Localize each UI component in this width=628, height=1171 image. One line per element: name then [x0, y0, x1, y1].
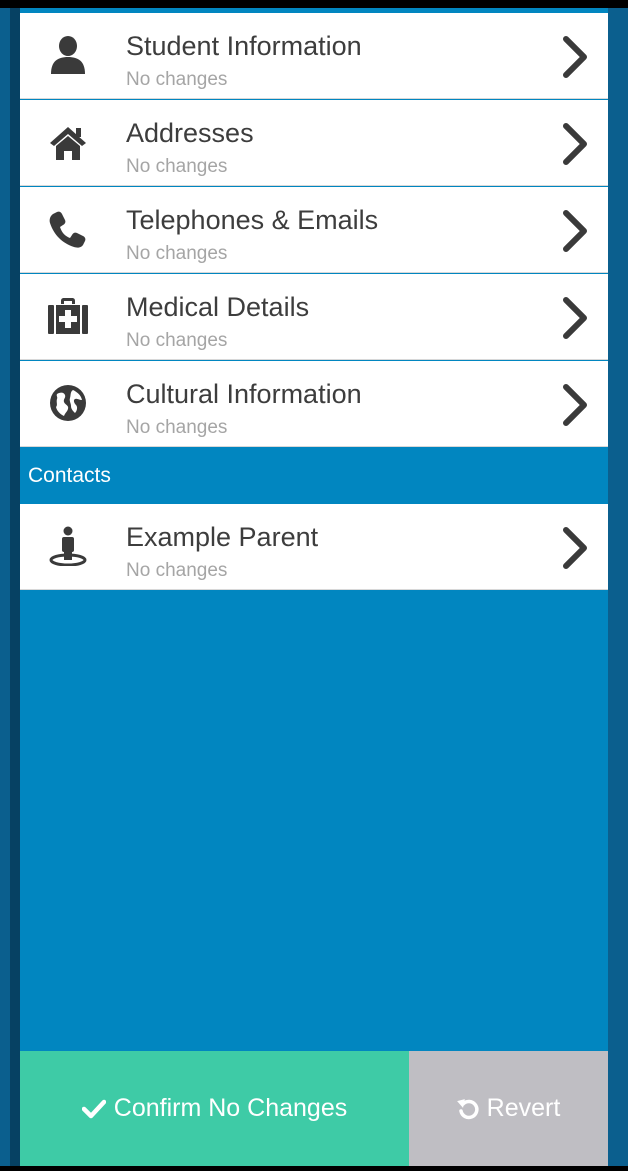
records-panel: Student Information No changes Addresses…: [20, 8, 608, 1166]
list-item-telephones-emails[interactable]: Telephones & Emails No changes: [20, 187, 608, 273]
list-item-student-information[interactable]: Student Information No changes: [20, 13, 608, 99]
contacts-section-header: Contacts: [20, 449, 608, 504]
top-edge: [0, 0, 628, 8]
globe-icon: [48, 383, 88, 423]
app-frame: Student Information No changes Addresses…: [0, 0, 628, 1171]
confirm-no-changes-button[interactable]: Confirm No Changes: [20, 1051, 409, 1166]
chevron-right-icon: [560, 209, 590, 253]
item-status: No changes: [126, 156, 228, 177]
left-edge: [0, 8, 10, 1171]
item-status: No changes: [126, 417, 228, 438]
list-item-cultural-information[interactable]: Cultural Information No changes: [20, 361, 608, 447]
phone-icon: [48, 209, 88, 249]
left-edge-shadow: [10, 8, 20, 1171]
home-icon: [48, 122, 88, 162]
list-item-medical-details[interactable]: Medical Details No changes: [20, 274, 608, 360]
item-status: No changes: [126, 69, 228, 90]
contact-person-icon: [48, 526, 88, 566]
chevron-right-icon: [560, 526, 590, 570]
list-item-addresses[interactable]: Addresses No changes: [20, 100, 608, 186]
item-title: Example Parent: [126, 522, 319, 552]
undo-icon: [456, 1098, 479, 1119]
right-edge: [608, 8, 628, 1171]
revert-button[interactable]: Revert: [409, 1051, 608, 1166]
checkmark-icon: [81, 1099, 106, 1118]
user-icon: [48, 35, 88, 75]
chevron-right-icon: [560, 35, 590, 79]
list-item-example-parent[interactable]: Example Parent No changes: [20, 504, 608, 590]
chevron-right-icon: [560, 296, 590, 340]
item-status: No changes: [126, 243, 228, 264]
item-title: Telephones & Emails: [126, 205, 379, 235]
confirm-label: Confirm No Changes: [113, 1094, 348, 1122]
item-title: Medical Details: [126, 292, 310, 322]
item-title: Addresses: [126, 118, 254, 148]
action-footer: Confirm No Changes Revert: [20, 1051, 608, 1166]
revert-label: Revert: [486, 1094, 561, 1122]
item-title: Cultural Information: [126, 379, 362, 409]
item-status: No changes: [126, 560, 228, 581]
chevron-right-icon: [560, 122, 590, 166]
item-title: Student Information: [126, 31, 362, 61]
section-title: Contacts: [28, 464, 111, 487]
bottom-edge: [0, 1166, 628, 1171]
chevron-right-icon: [560, 383, 590, 427]
medkit-icon: [48, 296, 88, 336]
item-status: No changes: [126, 330, 228, 351]
